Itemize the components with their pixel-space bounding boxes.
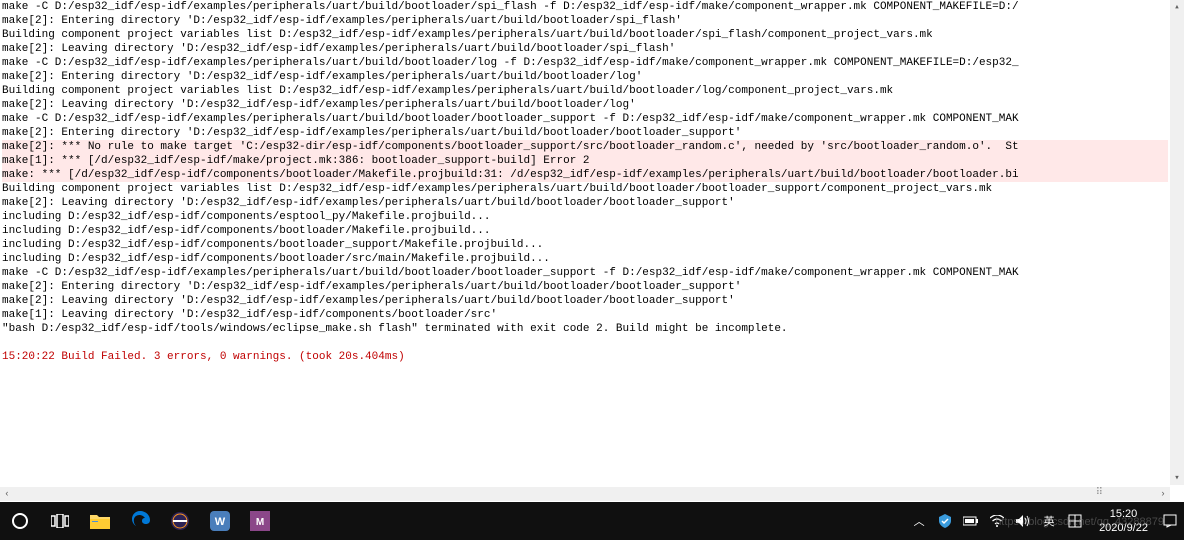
console-line: make[2]: Entering directory 'D:/esp32_id… bbox=[2, 15, 682, 27]
console-line: make -C D:/esp32_idf/esp-idf/examples/pe… bbox=[2, 57, 1019, 69]
console-line: make[2]: Leaving directory 'D:/esp32_idf… bbox=[2, 197, 735, 209]
console-line: Building component project variables lis… bbox=[2, 183, 992, 195]
tray-expand-icon[interactable]: ︿ bbox=[911, 513, 927, 529]
svg-text:W: W bbox=[215, 516, 226, 528]
eclipse-icon[interactable] bbox=[166, 507, 194, 535]
clock-date: 2020/9/22 bbox=[1099, 521, 1148, 535]
clock[interactable]: 15:20 2020/9/22 bbox=[1099, 507, 1148, 535]
console-line: "bash D:/esp32_idf/esp-idf/tools/windows… bbox=[2, 323, 788, 335]
msys-icon[interactable]: M bbox=[246, 507, 274, 535]
cortana-icon[interactable] bbox=[6, 507, 34, 535]
ime-mode-icon[interactable] bbox=[1067, 513, 1083, 529]
console-line: make[2]: *** No rule to make target 'C:/… bbox=[2, 140, 1168, 154]
console-line: including D:/esp32_idf/esp-idf/component… bbox=[2, 253, 550, 265]
windows-taskbar: W M ︿ 英 15:20 2020/9/22 bbox=[0, 502, 1184, 540]
console-line: make -C D:/esp32_idf/esp-idf/examples/pe… bbox=[2, 267, 1019, 279]
security-icon[interactable] bbox=[937, 513, 953, 529]
svg-text:M: M bbox=[256, 517, 264, 528]
console-line: including D:/esp32_idf/esp-idf/component… bbox=[2, 225, 490, 237]
console-line: make[2]: Leaving directory 'D:/esp32_idf… bbox=[2, 295, 735, 307]
edge-browser-icon[interactable] bbox=[126, 507, 154, 535]
console-line: make[2]: Entering directory 'D:/esp32_id… bbox=[2, 281, 741, 293]
volume-icon[interactable] bbox=[1015, 513, 1031, 529]
console-line: make: *** [/d/esp32_idf/esp-idf/componen… bbox=[2, 168, 1168, 182]
notification-icon[interactable] bbox=[1162, 513, 1178, 529]
console-line: make -C D:/esp32_idf/esp-idf/examples/pe… bbox=[2, 1, 1019, 13]
console-line: make[1]: *** [/d/esp32_idf/esp-idf/make/… bbox=[2, 154, 1168, 168]
console-line: including D:/esp32_idf/esp-idf/component… bbox=[2, 239, 543, 251]
scroll-down-icon[interactable]: ▾ bbox=[1170, 471, 1184, 485]
ime-indicator[interactable]: 英 bbox=[1041, 513, 1057, 529]
taskbar-left-group: W M bbox=[6, 507, 274, 535]
clock-time: 15:20 bbox=[1099, 507, 1148, 521]
console-line: 15:20:22 Build Failed. 3 errors, 0 warni… bbox=[2, 351, 405, 363]
console-line: make[2]: Entering directory 'D:/esp32_id… bbox=[2, 127, 741, 139]
console-line: make[2]: Entering directory 'D:/esp32_id… bbox=[2, 71, 642, 83]
console-line: make[2]: Leaving directory 'D:/esp32_idf… bbox=[2, 43, 675, 55]
system-tray: ︿ 英 15:20 2020/9/22 bbox=[911, 507, 1178, 535]
console-line: make[1]: Leaving directory 'D:/esp32_idf… bbox=[2, 309, 497, 321]
vertical-scrollbar[interactable]: ▴ ▾ bbox=[1170, 0, 1184, 485]
console-line: make[2]: Leaving directory 'D:/esp32_idf… bbox=[2, 99, 636, 111]
wifi-icon[interactable] bbox=[989, 513, 1005, 529]
horizontal-scrollbar[interactable]: ‹ › bbox=[0, 487, 1170, 501]
file-explorer-icon[interactable] bbox=[86, 507, 114, 535]
scroll-left-icon[interactable]: ‹ bbox=[0, 487, 14, 501]
task-view-icon[interactable] bbox=[46, 507, 74, 535]
scroll-right-icon[interactable]: › bbox=[1156, 487, 1170, 501]
battery-icon[interactable] bbox=[963, 513, 979, 529]
console-line: Building component project variables lis… bbox=[2, 85, 893, 97]
console-line: Building component project variables lis… bbox=[2, 29, 933, 41]
console-line: including D:/esp32_idf/esp-idf/component… bbox=[2, 211, 490, 223]
console-line: make -C D:/esp32_idf/esp-idf/examples/pe… bbox=[2, 113, 1019, 125]
resize-handle-icon[interactable]: ⠿ bbox=[1096, 487, 1104, 499]
console-output: make -C D:/esp32_idf/esp-idf/examples/pe… bbox=[0, 0, 1170, 485]
scroll-up-icon[interactable]: ▴ bbox=[1170, 0, 1184, 14]
wps-icon[interactable]: W bbox=[206, 507, 234, 535]
